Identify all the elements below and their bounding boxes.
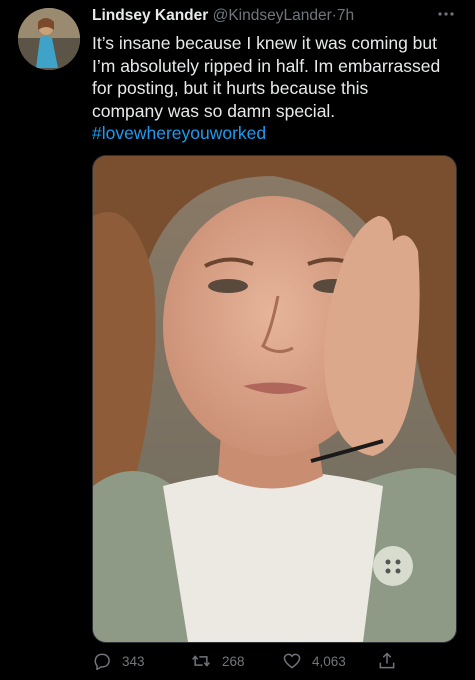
reply-icon (94, 653, 110, 671)
more-icon[interactable] (437, 4, 455, 21)
avatar[interactable] (18, 8, 80, 70)
hashtag-link[interactable]: #lovewhereyouworked (92, 122, 462, 145)
tweet-text-line: company was so damn special. (92, 100, 336, 121)
reply-count: 343 (122, 653, 145, 669)
like-button[interactable]: 4,063 (282, 648, 346, 674)
share-icon (379, 652, 395, 669)
tweet-text-line: It’s insane because I knew it was coming… (92, 33, 438, 53)
tweet-text-line: for posting, but it hurts because this (92, 78, 369, 98)
tweet-header: Lindsey Kander @KindseyLander·7h (92, 6, 452, 26)
like-icon (283, 653, 301, 669)
tweet-photo[interactable] (92, 155, 457, 643)
display-name[interactable]: Lindsey Kander (92, 7, 208, 24)
user-handle[interactable]: @KindseyLander (213, 7, 332, 24)
tweet-actions: 343 268 4,063 (92, 648, 455, 674)
tweet-text: It’s insane because I knew it was coming… (92, 32, 462, 145)
tweet[interactable]: Lindsey Kander @KindseyLander·7h It’s in… (0, 0, 475, 680)
timestamp[interactable]: 7h (337, 7, 354, 24)
retweet-count: 268 (222, 653, 245, 669)
like-count: 4,063 (312, 653, 346, 669)
retweet-icon (192, 655, 210, 667)
share-button[interactable] (377, 648, 407, 674)
reply-button[interactable]: 343 (92, 648, 145, 674)
tweet-text-line: I’m absolutely ripped in half. Im embarr… (92, 55, 441, 76)
retweet-button[interactable]: 268 (190, 648, 245, 674)
